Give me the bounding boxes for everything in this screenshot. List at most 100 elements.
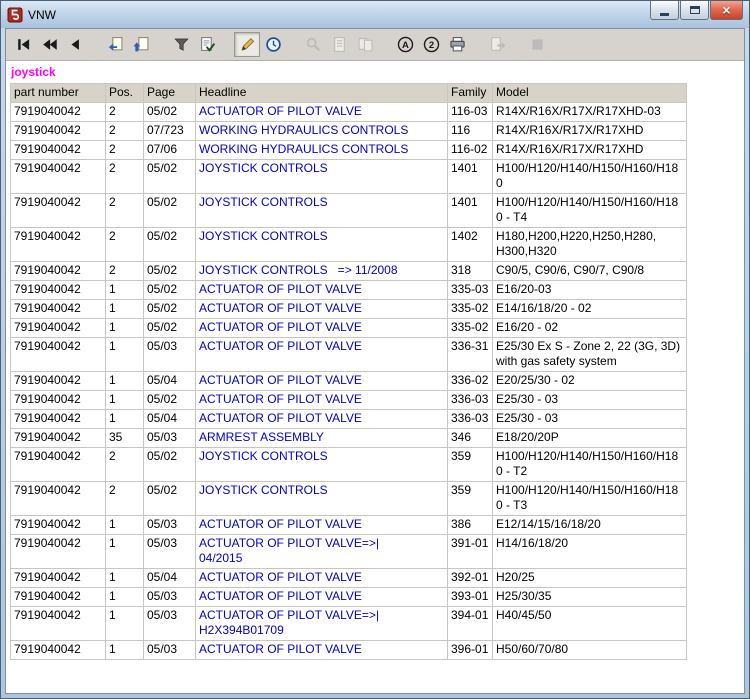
cell-headline-link[interactable]: ACTUATOR OF PILOT VALVE (195, 102, 448, 122)
history-button[interactable] (260, 32, 286, 57)
table-row: 7919040042 1 05/03 ACTUATOR OF PILOT VAL… (10, 337, 687, 372)
goto-figure-button[interactable] (102, 32, 128, 57)
col-header-part-number[interactable]: part number (10, 83, 106, 103)
window-controls: × (649, 1, 743, 20)
cell-model: E25/30 - 03 (492, 390, 687, 410)
cell-model: E20/25/30 - 02 (492, 371, 687, 391)
cell-page: 05/04 (143, 371, 196, 391)
cell-headline-link[interactable]: ACTUATOR OF PILOT VALVE (195, 337, 448, 372)
toolbar-separator (154, 44, 168, 45)
cell-headline-link[interactable]: ACTUATOR OF PILOT VALVE=>| 04/2015 (195, 534, 448, 569)
circle-a-button[interactable]: A (392, 32, 418, 57)
app-window: VNW × A2 joystick part number Pos. Page … (0, 0, 750, 699)
table-row: 7919040042 35 05/03 ARMREST ASSEMBLY 346… (10, 428, 687, 448)
cell-headline-link[interactable]: ACTUATOR OF PILOT VALVE (195, 515, 448, 535)
toolbar-separator (510, 44, 524, 45)
cell-part-number: 7919040042 (10, 159, 106, 194)
maximize-button[interactable] (680, 1, 709, 20)
svg-text:A: A (402, 40, 409, 51)
cell-headline-link[interactable]: ACTUATOR OF PILOT VALVE (195, 299, 448, 319)
cell-pos: 2 (105, 261, 144, 281)
window-title: VNW (28, 7, 56, 22)
cell-page: 05/02 (143, 261, 196, 281)
cell-model: E25/30 - 03 (492, 409, 687, 429)
circle-2-button[interactable]: 2 (418, 32, 444, 57)
cell-family: 336-03 (447, 390, 493, 410)
table-row: 7919040042 1 05/03 ACTUATOR OF PILOT VAL… (10, 640, 687, 660)
cell-family: 359 (447, 481, 493, 516)
clock-icon (265, 36, 282, 53)
cell-headline-link[interactable]: JOYSTICK CONTROLS (195, 481, 448, 516)
cell-headline-link[interactable]: ARMREST ASSEMBLY (195, 428, 448, 448)
cell-part-number: 7919040042 (10, 409, 106, 429)
cell-headline-link[interactable]: ACTUATOR OF PILOT VALVE (195, 371, 448, 391)
cell-headline-link[interactable]: JOYSTICK CONTROLS (195, 159, 448, 194)
filter-button[interactable] (168, 32, 194, 57)
table-row: 7919040042 2 07/723 WORKING HYDRAULICS C… (10, 121, 687, 141)
cell-headline-link[interactable]: ACTUATOR OF PILOT VALVE (195, 280, 448, 300)
cell-family: 359 (447, 447, 493, 482)
cell-page: 05/02 (143, 390, 196, 410)
cell-family: 116-02 (447, 140, 493, 160)
zoom-button (300, 32, 326, 57)
cell-pos: 2 (105, 447, 144, 482)
titlebar[interactable]: VNW × (1, 1, 749, 28)
previous-fast-button[interactable] (36, 32, 62, 57)
col-header-model[interactable]: Model (492, 83, 687, 103)
cell-page: 05/03 (143, 515, 196, 535)
cell-part-number: 7919040042 (10, 227, 106, 262)
cell-headline-link[interactable]: ACTUATOR OF PILOT VALVE (195, 409, 448, 429)
page-arrow-up-icon (132, 36, 150, 53)
cell-part-number: 7919040042 (10, 587, 106, 607)
toolbar-separator (88, 44, 102, 45)
cell-part-number: 7919040042 (10, 390, 106, 410)
close-button[interactable]: × (710, 1, 743, 20)
maximize-icon (689, 6, 700, 14)
cell-page: 05/03 (143, 534, 196, 569)
cell-family: 116-03 (447, 102, 493, 122)
col-header-family[interactable]: Family (447, 83, 493, 103)
cell-headline-link[interactable]: JOYSTICK CONTROLS (195, 227, 448, 262)
cell-pos: 1 (105, 337, 144, 372)
page-icon (331, 36, 348, 53)
goto-first-button[interactable] (10, 32, 36, 57)
table-header-row: part number Pos. Page Headline Family Mo… (10, 83, 687, 103)
cell-model: C90/5, C90/6, C90/7, C90/8 (492, 261, 687, 281)
cell-family: 386 (447, 515, 493, 535)
cell-headline-link[interactable]: JOYSTICK CONTROLS (195, 193, 448, 228)
cell-headline-link[interactable]: WORKING HYDRAULICS CONTROLS (195, 121, 448, 141)
col-header-pos[interactable]: Pos. (105, 83, 144, 103)
cell-headline-link[interactable]: ACTUATOR OF PILOT VALVE (195, 587, 448, 607)
cell-page: 05/02 (143, 299, 196, 319)
cell-headline-link[interactable]: WORKING HYDRAULICS CONTROLS (195, 140, 448, 160)
print-button[interactable] (444, 32, 470, 57)
cell-page: 05/02 (143, 193, 196, 228)
checklist-button[interactable] (194, 32, 220, 57)
table-row: 7919040042 1 05/03 ACTUATOR OF PILOT VAL… (10, 534, 687, 569)
cell-page: 05/03 (143, 640, 196, 660)
cell-part-number: 7919040042 (10, 428, 106, 448)
cell-headline-link[interactable]: JOYSTICK CONTROLS => 11/2008 (195, 261, 448, 281)
two-page-view-button (352, 32, 378, 57)
minimize-button[interactable] (650, 1, 679, 20)
cell-pos: 1 (105, 640, 144, 660)
col-header-headline[interactable]: Headline (195, 83, 448, 103)
cell-headline-link[interactable]: ACTUATOR OF PILOT VALVE (195, 390, 448, 410)
cell-model: R14X/R16X/R17X/R17XHD (492, 140, 687, 160)
cell-headline-link[interactable]: ACTUATOR OF PILOT VALVE (195, 568, 448, 588)
goto-parent-list-button[interactable] (128, 32, 154, 57)
cell-model: H100/H120/H140/H150/H160/H180 - T4 (492, 193, 687, 228)
cell-headline-link[interactable]: ACTUATOR OF PILOT VALVE=>| H2X394B01709 (195, 606, 448, 641)
col-header-page[interactable]: Page (143, 83, 196, 103)
cell-headline-link[interactable]: ACTUATOR OF PILOT VALVE (195, 640, 448, 660)
circle-a-icon: A (397, 36, 414, 53)
cell-headline-link[interactable]: JOYSTICK CONTROLS (195, 447, 448, 482)
cell-part-number: 7919040042 (10, 121, 106, 141)
cell-page: 07/723 (143, 121, 196, 141)
search-term-label: joystick (11, 65, 56, 79)
annotate-button[interactable] (234, 32, 260, 57)
previous-button[interactable] (62, 32, 88, 57)
cell-part-number: 7919040042 (10, 447, 106, 482)
cell-headline-link[interactable]: ACTUATOR OF PILOT VALVE (195, 318, 448, 338)
table-row: 7919040042 1 05/04 ACTUATOR OF PILOT VAL… (10, 371, 687, 391)
